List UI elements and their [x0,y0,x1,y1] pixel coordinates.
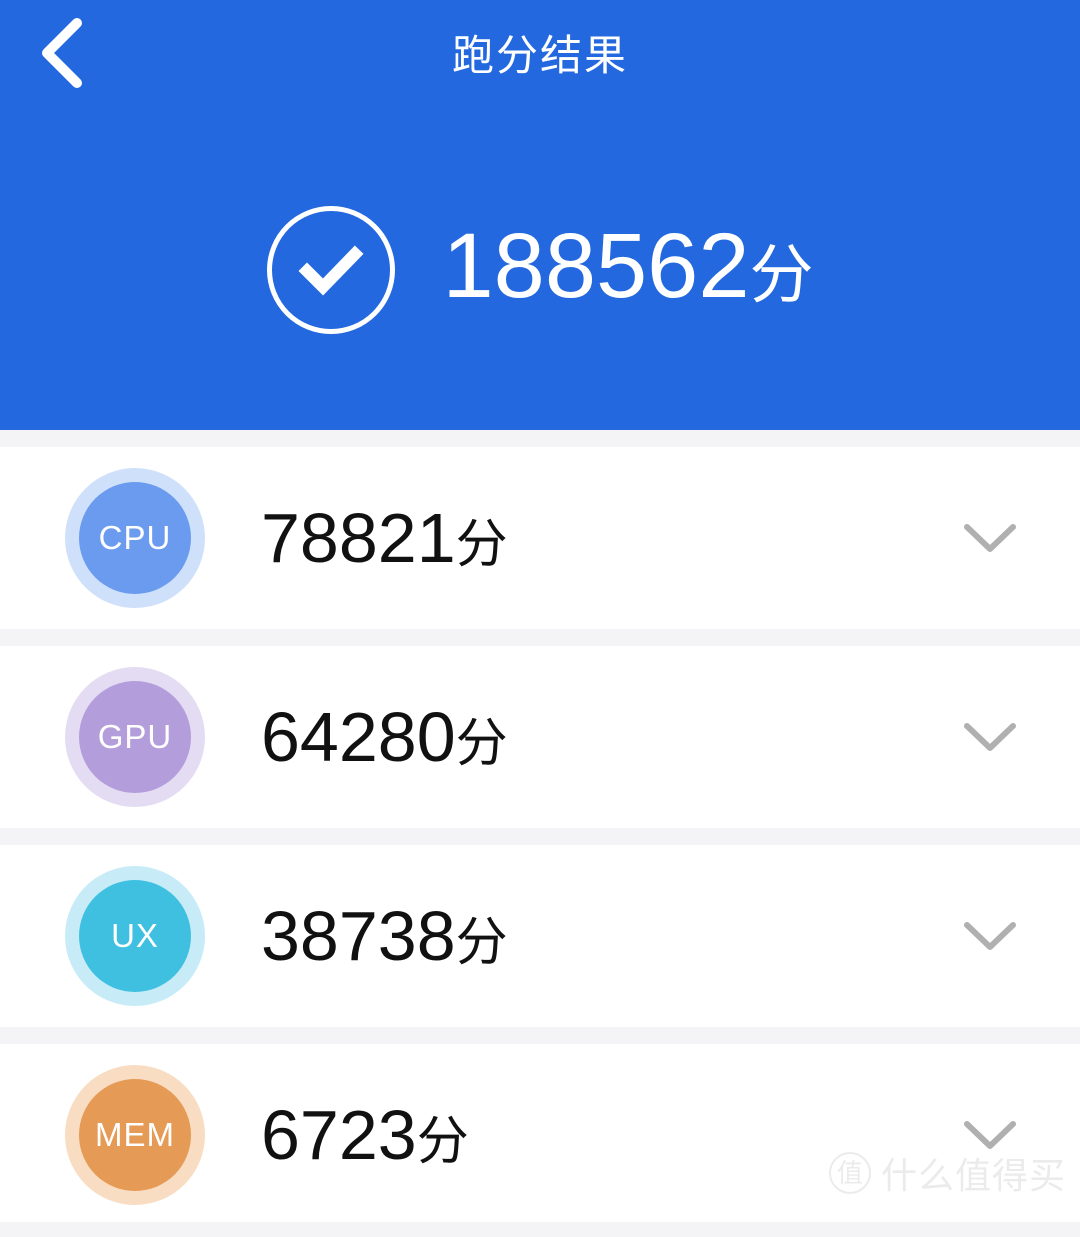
ux-score: 38738分 [261,901,508,971]
mem-score-unit: 分 [416,1113,469,1171]
page-title: 跑分结果 [451,32,628,79]
cpu-badge: CPU [65,468,205,608]
ux-expand-button[interactable] [955,901,1025,971]
total-score-number: 188562 [442,215,750,317]
benchmark-result-screen: 跑分结果 188562分 CPU 78821分 GPU 64280分 UX 38… [0,0,1080,1237]
cpu-badge-label: CPU [79,482,191,594]
chevron-down-icon [963,920,1017,952]
gpu-score: 64280分 [261,702,508,772]
chevron-down-icon [963,522,1017,554]
mem-badge-label: MEM [79,1079,191,1191]
gpu-score-unit: 分 [455,715,508,773]
ux-score-number: 38738 [261,897,456,975]
check-circle-icon [266,206,395,334]
gpu-badge: GPU [65,667,205,807]
mem-badge: MEM [65,1065,205,1205]
result-header: 跑分结果 188562分 [0,0,1080,430]
navigation-bar: 跑分结果 [0,0,1080,105]
score-row-mem[interactable]: MEM 6723分 [0,1044,1080,1226]
score-row-gpu[interactable]: GPU 64280分 [0,646,1080,828]
ux-badge: UX [65,866,205,1006]
score-breakdown-list: CPU 78821分 GPU 64280分 UX 38738分 MEM 6723… [0,430,1080,1226]
total-score-block: 188562分 [0,190,1080,350]
chevron-down-icon [963,1119,1017,1151]
list-separator [0,430,1080,447]
score-row-ux[interactable]: UX 38738分 [0,845,1080,1027]
mem-score: 6723分 [261,1100,469,1170]
list-separator [0,1027,1080,1044]
mem-expand-button[interactable] [955,1100,1025,1170]
gpu-score-number: 64280 [261,698,456,776]
cpu-score: 78821分 [261,503,508,573]
ux-badge-label: UX [79,880,191,992]
cpu-score-unit: 分 [455,516,508,574]
total-score-unit: 分 [749,239,814,311]
chevron-down-icon [963,721,1017,753]
score-row-cpu[interactable]: CPU 78821分 [0,447,1080,629]
cpu-expand-button[interactable] [955,503,1025,573]
list-separator [0,629,1080,646]
gpu-expand-button[interactable] [955,702,1025,772]
total-score-value: 188562分 [443,220,814,312]
gpu-badge-label: GPU [79,681,191,793]
list-separator [0,828,1080,845]
mem-score-number: 6723 [261,1096,417,1174]
cpu-score-number: 78821 [261,499,456,577]
bottom-separator [0,1222,1080,1237]
ux-score-unit: 分 [455,914,508,972]
